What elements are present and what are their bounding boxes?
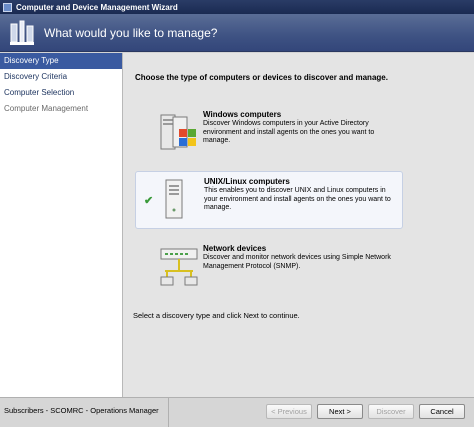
option-description: This enables you to discover UNIX and Li… [204, 187, 391, 211]
option-title: Windows computers [203, 110, 282, 119]
page-heading: Choose the type of computers or devices … [135, 73, 388, 82]
sidebar-item-discovery-criteria[interactable]: Discovery Criteria [0, 69, 122, 85]
check-icon: ✔ [144, 195, 154, 207]
discover-button[interactable]: Discover [368, 404, 414, 419]
banner-title: What would you like to manage? [44, 26, 218, 40]
option-unix-linux-computers[interactable]: ✔ UNIX/Linux computers This enables you … [135, 171, 403, 229]
app-icon [3, 2, 12, 12]
status-text: Subscribers - SCOMRC - Operations Manage… [4, 406, 159, 415]
previous-button[interactable]: < Previous [266, 404, 312, 419]
window-title: Computer and Device Management Wizard [16, 2, 178, 12]
option-network-devices[interactable]: Network devices Discover and monitor net… [135, 239, 403, 297]
wizard-banner: What would you like to manage? [0, 14, 474, 52]
windows-computer-icon [160, 114, 196, 150]
option-windows-computers[interactable]: Windows computers Discover Windows compu… [135, 105, 403, 163]
wizard-footer: Subscribers - SCOMRC - Operations Manage… [0, 397, 474, 427]
option-description: Discover Windows computers in your Activ… [203, 120, 375, 144]
option-description: Discover and monitor network devices usi… [203, 254, 391, 270]
wizard-tools-icon [10, 20, 34, 45]
window-title-bar[interactable]: Computer and Device Management Wizard [0, 0, 474, 14]
cancel-button[interactable]: Cancel [419, 404, 465, 419]
option-title: UNIX/Linux computers [204, 177, 290, 186]
sidebar-item-discovery-type[interactable]: Discovery Type [0, 53, 122, 69]
wizard-steps-sidebar: Discovery Type Discovery Criteria Comput… [0, 53, 123, 397]
next-button[interactable]: Next > [317, 404, 363, 419]
instruction-text: Select a discovery type and click Next t… [133, 311, 300, 320]
unix-computer-icon [165, 179, 183, 219]
footer-divider [168, 398, 169, 427]
sidebar-item-computer-management[interactable]: Computer Management [0, 101, 122, 117]
sidebar-item-computer-selection[interactable]: Computer Selection [0, 85, 122, 101]
network-device-icon [160, 248, 198, 286]
option-title: Network devices [203, 244, 267, 253]
wizard-main-panel: Choose the type of computers or devices … [123, 53, 474, 397]
